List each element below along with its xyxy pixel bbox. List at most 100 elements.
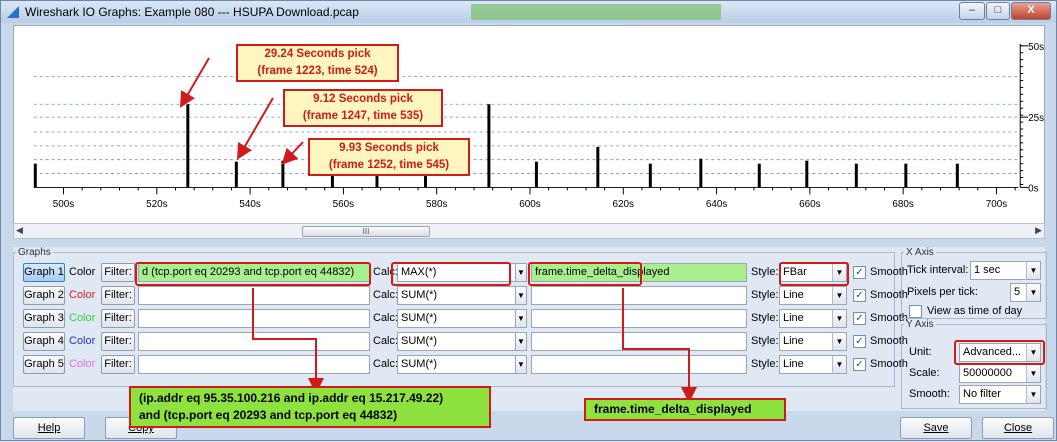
minimize-button[interactable]: –: [959, 2, 985, 20]
graph-toggle-button[interactable]: Graph 2: [23, 286, 65, 305]
calc-select[interactable]: SUM(*): [397, 355, 527, 374]
graph-bar: [805, 160, 809, 188]
style-select[interactable]: Line ▼: [779, 355, 847, 374]
scroll-right-icon[interactable]: ▶: [1035, 225, 1042, 236]
chevron-down-icon[interactable]: ▼: [515, 355, 527, 374]
filter-input[interactable]: [138, 355, 370, 374]
calc-select[interactable]: SUM(*): [397, 286, 527, 305]
callout-2-line2: (frame 1247, time 535): [302, 110, 424, 122]
calc-select[interactable]: MAX(*): [397, 263, 527, 282]
filter-button[interactable]: Filter:: [101, 263, 135, 282]
calc-field-input[interactable]: [531, 286, 747, 305]
graph-color-label[interactable]: Color: [69, 309, 95, 328]
chevron-down-icon[interactable]: ▼: [515, 263, 527, 282]
io-graph-plot[interactable]: 500s 520s 540s 560s 580s 600s 620s 640s 660s 680s…: [13, 25, 1045, 233]
graph-bar: [281, 160, 285, 188]
filter-button[interactable]: Filter:: [101, 309, 135, 328]
unit-select[interactable]: Advanced... ▼: [959, 343, 1041, 362]
calc-label: Calc:: [373, 289, 399, 301]
smooth-filter-select[interactable]: No filter ▼: [959, 385, 1041, 404]
y-tick-label: 50s: [1028, 42, 1044, 53]
x-tick-label: 560s: [333, 199, 355, 210]
style-value: Line: [783, 312, 804, 324]
close-window-button[interactable]: X: [1011, 2, 1051, 20]
pixels-per-tick-select[interactable]: 5 ▼: [1010, 283, 1041, 302]
x-tick-label: 580s: [426, 199, 448, 210]
graph-row: Graph 1 Color Filter: d (tcp.port eq 20293 …: [23, 263, 908, 283]
filter-note: (ip.addr eq 95.35.100.216 and ip.addr eq…: [129, 386, 491, 428]
callout-1: 29.24 Seconds pick (frame 1223, time 524…: [236, 44, 399, 82]
x-tick-label: 540s: [239, 199, 261, 210]
style-select[interactable]: Line ▼: [779, 286, 847, 305]
graph-toggle-button[interactable]: Graph 3: [23, 309, 65, 328]
smooth-checkbox[interactable]: ✓: [853, 289, 866, 302]
graph-toggle-button[interactable]: Graph 1: [23, 263, 65, 282]
filter-input[interactable]: [138, 309, 370, 328]
y-axis-group-label: Y Axis: [906, 319, 934, 330]
style-label: Style:: [751, 312, 779, 324]
calc-value: SUM(*): [401, 358, 438, 370]
tick-interval-select[interactable]: 1 sec ▼: [970, 261, 1041, 280]
scroll-left-icon[interactable]: ◀: [16, 225, 23, 236]
calc-select[interactable]: SUM(*): [397, 332, 527, 351]
calc-field-input[interactable]: frame.time_delta_displayed: [531, 263, 747, 282]
filter-note-line1: (ip.addr eq 95.35.100.216 and ip.addr eq…: [139, 391, 444, 405]
io-graphs-window: Wireshark IO Graphs: Example 080 --- HSU…: [0, 0, 1057, 441]
graph-row: Graph 3 Color Filter: Calc: SUM(*) ▼ Style: Lin…: [23, 309, 908, 329]
style-select[interactable]: FBar ▼: [779, 263, 847, 282]
smooth-filter-value: No filter: [963, 388, 1001, 400]
scale-value: 50000000: [963, 367, 1012, 379]
graph-color-label[interactable]: Color: [69, 263, 95, 282]
chevron-down-icon: ▼: [1026, 365, 1040, 382]
graph-bar: [596, 146, 600, 188]
save-button[interactable]: Save: [900, 417, 972, 439]
style-label: Style:: [751, 289, 779, 301]
graph-bar: [33, 163, 37, 188]
chevron-down-icon: ▼: [832, 310, 846, 327]
graph-color-label[interactable]: Color: [69, 355, 95, 374]
chevron-down-icon: ▼: [832, 333, 846, 350]
help-button[interactable]: Help: [13, 417, 85, 439]
graph-bar: [186, 104, 190, 188]
smooth-checkbox[interactable]: ✓: [853, 358, 866, 371]
plot-horizontal-scrollbar[interactable]: ◀ III ▶: [13, 223, 1045, 239]
smooth-checkbox[interactable]: ✓: [853, 312, 866, 325]
callout-1-line1: 29.24 Seconds pick: [264, 48, 371, 60]
scale-select[interactable]: 50000000 ▼: [959, 364, 1041, 383]
chevron-down-icon[interactable]: ▼: [515, 332, 527, 351]
style-select[interactable]: Line ▼: [779, 332, 847, 351]
calc-select[interactable]: SUM(*): [397, 309, 527, 328]
filter-input[interactable]: [138, 332, 370, 351]
graph-color-label[interactable]: Color: [69, 332, 95, 351]
filter-input[interactable]: d (tcp.port eq 20293 and tcp.port eq 448…: [138, 263, 370, 282]
filter-button[interactable]: Filter:: [101, 355, 135, 374]
maximize-button[interactable]: □: [986, 2, 1010, 20]
style-label: Style:: [751, 266, 779, 278]
graph-row: Graph 4 Color Filter: Calc: SUM(*) ▼ Style: Lin…: [23, 332, 908, 352]
smooth-checkbox[interactable]: ✓: [853, 266, 866, 279]
style-value: Line: [783, 335, 804, 347]
chevron-down-icon: ▼: [832, 287, 846, 304]
calc-field-input[interactable]: [531, 332, 747, 351]
scroll-thumb[interactable]: III: [302, 226, 430, 237]
graph-toggle-button[interactable]: Graph 4: [23, 332, 65, 351]
field-note: frame.time_delta_displayed: [584, 398, 786, 421]
smooth-filter-label: Smooth:: [909, 388, 950, 400]
calc-field-input[interactable]: [531, 355, 747, 374]
filter-button[interactable]: Filter:: [101, 286, 135, 305]
callout-2: 9.12 Seconds pick (frame 1247, time 535): [283, 89, 443, 127]
graph-color-label[interactable]: Color: [69, 286, 95, 305]
calc-field-input[interactable]: [531, 309, 747, 328]
style-value: Line: [783, 358, 804, 370]
close-button[interactable]: Close: [982, 417, 1054, 439]
graph-toggle-button[interactable]: Graph 5: [23, 355, 65, 374]
filter-button[interactable]: Filter:: [101, 332, 135, 351]
filter-input[interactable]: [138, 286, 370, 305]
chevron-down-icon[interactable]: ▼: [515, 286, 527, 305]
view-time-of-day-checkbox[interactable]: [909, 305, 922, 318]
chevron-down-icon[interactable]: ▼: [515, 309, 527, 328]
x-axis-group-label: X Axis: [906, 247, 934, 258]
x-tick-label: 700s: [986, 199, 1008, 210]
style-select[interactable]: Line ▼: [779, 309, 847, 328]
smooth-checkbox[interactable]: ✓: [853, 335, 866, 348]
